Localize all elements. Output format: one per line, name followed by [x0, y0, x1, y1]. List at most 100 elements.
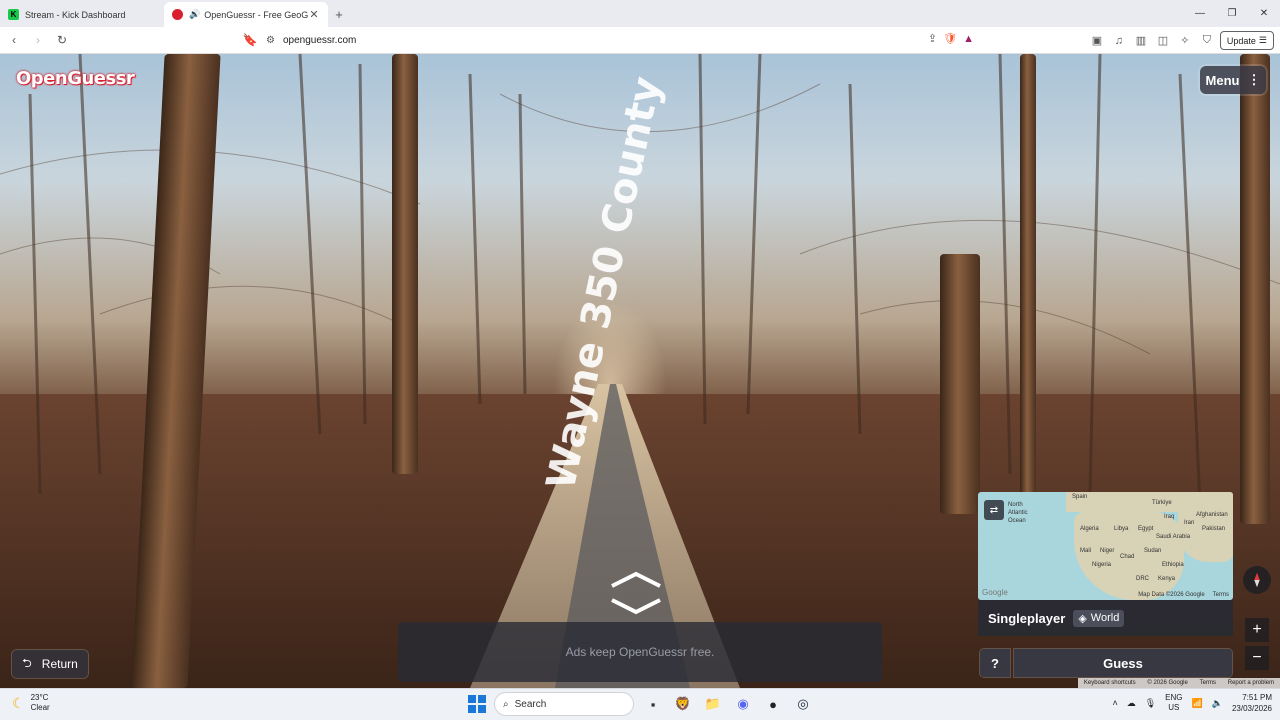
windows-taskbar: ☾ 23°C Clear ⌕ Search ▪ 🦁 📁 ◉ ● ◎ ˄ ☁ 🎙 … [0, 688, 1280, 720]
help-button[interactable]: ? [980, 649, 1010, 677]
map-label: DRC [1136, 576, 1149, 582]
search-icon: ⌕ [503, 698, 509, 710]
minimize-icon[interactable]: — [1184, 0, 1216, 27]
map-label: Spain [1072, 494, 1088, 500]
microphone-icon[interactable]: 🎙 [1145, 698, 1156, 709]
ads-text: Ads keep OpenGuessr free. [565, 645, 715, 659]
weather-condition: Clear [30, 703, 50, 712]
weather-widget[interactable]: ☾ 23°C Clear [12, 693, 50, 713]
map-size-toggle-icon[interactable]: ⇄ [984, 500, 1004, 520]
site-settings-icon[interactable]: ⚙ [266, 35, 275, 46]
footer-terms-link[interactable]: Terms [1200, 680, 1216, 686]
brave-browser-icon[interactable]: 🦁 [672, 693, 694, 715]
steam-icon[interactable]: ◎ [792, 693, 814, 715]
obs-icon[interactable]: ● [762, 693, 784, 715]
language-indicator[interactable]: ENG US [1165, 693, 1182, 713]
map-label: Kenya [1158, 576, 1176, 582]
close-tab-icon[interactable]: ✕ [308, 8, 320, 21]
menu-button[interactable]: Menu ⋮ [1200, 66, 1266, 94]
windows-start-icon[interactable] [468, 695, 486, 713]
report-problem-link[interactable]: Report a problem [1228, 680, 1274, 686]
clock[interactable]: 7:51 PM 23/03/2026 [1232, 692, 1272, 714]
map-label: Chad [1120, 554, 1135, 560]
weather-text: 23°C Clear [31, 693, 50, 713]
address-bar-actions: ⇪ 🛡 ▲ [928, 32, 974, 46]
openguessr-favicon-icon [172, 9, 183, 20]
map-label: North [1008, 502, 1023, 508]
wifi-icon[interactable]: 📶 [1192, 698, 1203, 709]
move-forward-arrow-icon[interactable] [610, 570, 662, 590]
reload-icon[interactable]: ↻ [52, 30, 72, 50]
browser-toolbar: ‹ › ↻ 🔖 ⚙ openguessr.com ⇪ 🛡 ▲ ▣ ♫ ▥ ◫ ✧… [0, 27, 1280, 54]
discord-icon[interactable]: ◉ [732, 693, 754, 715]
move-backward-arrow-icon[interactable] [610, 596, 662, 616]
screen: K Stream - Kick Dashboard 🔊 OpenGuessr -… [0, 0, 1280, 720]
restore-icon[interactable]: ❐ [1216, 0, 1248, 27]
tab-kick-dashboard[interactable]: K Stream - Kick Dashboard [0, 2, 164, 27]
keyboard-shortcuts-link[interactable]: Keyboard shortcuts [1084, 680, 1136, 686]
clock-date: 23/03/2026 [1231, 704, 1272, 713]
share-icon[interactable]: ⇪ [928, 32, 937, 45]
close-window-icon[interactable]: ✕ [1248, 0, 1280, 27]
forward-icon[interactable]: › [28, 30, 48, 50]
map-label: Libya [1114, 526, 1129, 532]
map-name: World [1090, 612, 1120, 624]
map-label: Ethiopia [1162, 562, 1184, 568]
speaker-icon[interactable]: 🔊 [189, 9, 200, 20]
vpn-icon[interactable]: ⛉ [1198, 32, 1216, 50]
compass-needle-icon [1254, 572, 1260, 588]
guess-minimap[interactable]: North Atlantic Ocean Spain Türkiye Iraq … [978, 492, 1233, 600]
zoom-out-button[interactable]: − [1245, 646, 1269, 670]
task-view-icon[interactable]: ▪ [642, 693, 664, 715]
return-label: Return [41, 657, 78, 671]
map-terms-link[interactable]: Terms [1213, 592, 1229, 598]
temperature: 23°C [30, 693, 49, 702]
update-button[interactable]: Update ☰ [1219, 31, 1274, 50]
google-footer: Keyboard shortcuts © 2026 Google Terms R… [1078, 678, 1280, 688]
window-controls: — ❐ ✕ [1184, 0, 1280, 27]
tree-trunk [1020, 54, 1036, 494]
map-selector[interactable]: ◈ World [1073, 609, 1125, 627]
media-icon[interactable]: ♫ [1110, 32, 1128, 50]
openguessr-logo[interactable]: OpenGuessr [16, 68, 135, 89]
update-label: Update [1226, 35, 1256, 46]
map-label: Türkiye [1152, 500, 1172, 506]
tab-title: OpenGuessr - Free GeoGuess [204, 9, 308, 20]
map-label: Sudan [1144, 548, 1162, 554]
sidebar-icon[interactable]: ▥ [1132, 32, 1150, 50]
leo-icon[interactable]: ▣ [1088, 32, 1106, 50]
guess-controls: ? Guess [980, 649, 1232, 679]
map-attribution: Map Data ©2026 Google Terms [1138, 592, 1229, 598]
extensions-area: ▣ ♫ ▥ ◫ ✧ ⛉ Update ☰ [1088, 31, 1274, 50]
cloud-icon[interactable]: ☁ [1127, 698, 1136, 709]
tree-trunk [940, 254, 980, 514]
volume-icon[interactable]: 🔈 [1212, 698, 1223, 709]
map-label: Saudi Arabia [1156, 534, 1191, 540]
return-arrow-icon: ⮌ [22, 655, 32, 670]
map-label: Egypt [1138, 526, 1154, 532]
taskbar-search[interactable]: ⌕ Search [494, 692, 634, 716]
street-view-panorama[interactable]: OpenGuessr Menu ⋮ Wayne 350 County ⮌ Ret… [0, 54, 1280, 688]
ai-icon[interactable]: ✧ [1176, 32, 1194, 50]
new-tab-button[interactable]: + [328, 2, 350, 27]
map-label: Iran [1184, 520, 1195, 526]
zoom-in-button[interactable]: + [1245, 618, 1269, 642]
map-label: Afghanistan [1196, 512, 1228, 518]
chevron-up-icon[interactable]: ˄ [1112, 698, 1117, 708]
ad-banner: Ads keep OpenGuessr free. [398, 622, 882, 682]
brave-rewards-icon[interactable]: ▲ [963, 33, 974, 45]
wallet-icon[interactable]: ◫ [1154, 32, 1172, 50]
tab-title: Stream - Kick Dashboard [25, 9, 126, 20]
map-label: Nigeria [1092, 562, 1112, 568]
guess-button[interactable]: Guess [1014, 649, 1232, 677]
map-land-asia [1178, 502, 1233, 562]
compass-icon[interactable] [1243, 566, 1271, 594]
file-explorer-icon[interactable]: 📁 [702, 693, 724, 715]
return-button[interactable]: ⮌ Return [12, 650, 88, 678]
address-bar[interactable]: ⚙ openguessr.com ⇪ 🛡 ▲ [238, 30, 982, 51]
back-icon[interactable]: ‹ [4, 30, 24, 50]
menu-lines-icon: ☰ [1258, 35, 1267, 45]
tab-openguessr[interactable]: 🔊 OpenGuessr - Free GeoGuess ✕ [164, 2, 328, 27]
brave-shields-icon[interactable]: 🛡 [943, 32, 957, 45]
map-label: Mali [1080, 548, 1092, 554]
